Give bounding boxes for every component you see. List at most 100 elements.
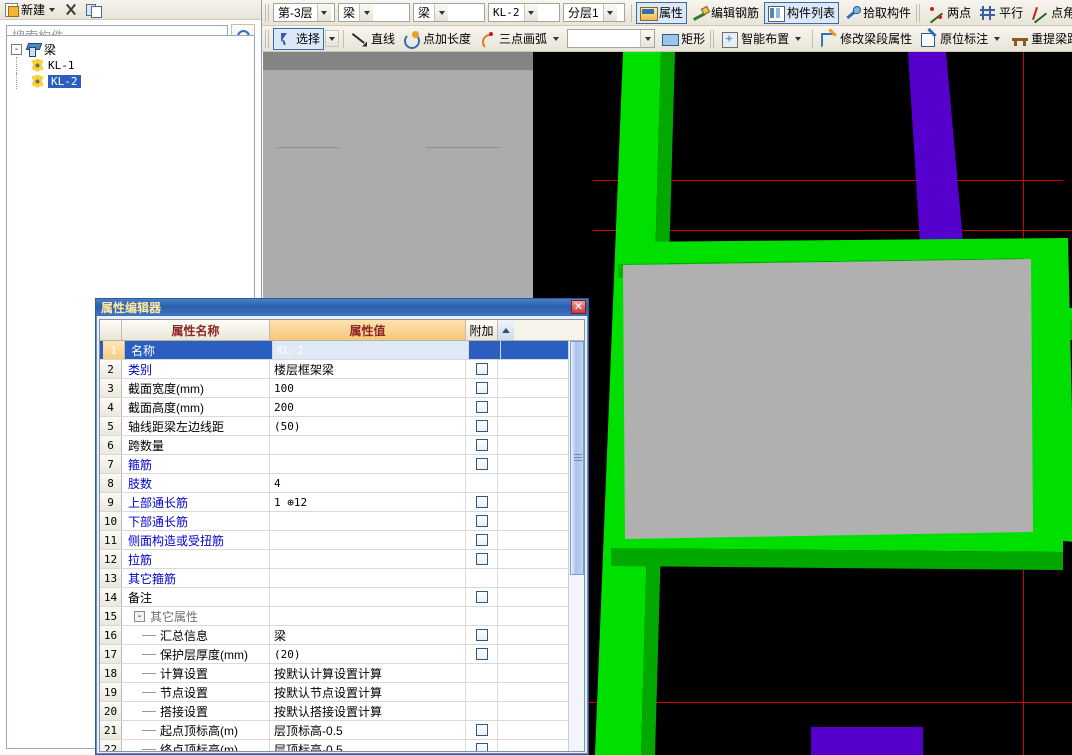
table-row[interactable]: 22 终点顶标高(m) 层顶标高-0.5 <box>100 740 584 751</box>
property-name-cell[interactable]: 上部通长筋 <box>122 493 270 511</box>
table-row[interactable]: 17 保护层厚度(mm) (20) <box>100 645 584 664</box>
table-row[interactable]: 6 跨数量 <box>100 436 584 455</box>
property-name-cell[interactable]: 类别 <box>122 360 270 378</box>
properties-button[interactable]: 属性 <box>636 1 688 24</box>
property-editor-dialog[interactable]: 属性编辑器 ✕ 属性名称 属性值 附加 1 名称 KL-2 2 类别 楼层框架梁 3 截面宽度… <box>95 298 589 755</box>
attach-checkbox[interactable] <box>475 591 488 603</box>
property-grid[interactable]: 属性名称 属性值 附加 1 名称 KL-2 2 类别 楼层框架梁 3 截面宽度(mm) 100 4… <box>99 319 585 752</box>
arc-mode-select[interactable] <box>567 29 656 48</box>
attach-cell[interactable] <box>466 702 498 720</box>
property-name-cell[interactable]: 节点设置 <box>122 683 270 701</box>
original-annotation-button[interactable]: 原位标注 <box>917 28 1007 50</box>
property-value-cell[interactable]: 按默认计算设置计算 <box>270 664 466 682</box>
attach-cell[interactable] <box>466 398 498 416</box>
attach-checkbox[interactable] <box>475 553 488 565</box>
attach-checkbox[interactable] <box>475 648 488 660</box>
property-value-cell[interactable]: (50) <box>270 417 466 435</box>
attach-cell[interactable] <box>466 721 498 739</box>
table-row[interactable]: 19 节点设置 按默认节点设置计算 <box>100 683 584 702</box>
component-type-select[interactable]: 梁 <box>413 3 485 22</box>
layer-select[interactable]: 分层1 <box>563 3 625 22</box>
chevron-down-icon[interactable] <box>434 4 449 21</box>
chevron-down-icon[interactable] <box>602 4 617 21</box>
attach-cell[interactable] <box>466 531 498 549</box>
table-row[interactable]: 11 侧面构造或受扭筋 <box>100 531 584 550</box>
table-row[interactable]: 18 计算设置 按默认计算设置计算 <box>100 664 584 683</box>
attach-cell[interactable] <box>466 626 498 644</box>
attach-cell[interactable] <box>466 645 498 663</box>
chevron-down-icon[interactable] <box>523 4 538 21</box>
attach-cell[interactable] <box>466 474 498 492</box>
property-value-cell[interactable]: (20) <box>270 645 466 663</box>
table-row[interactable]: 3 截面宽度(mm) 100 <box>100 379 584 398</box>
property-value-cell[interactable] <box>270 455 466 473</box>
attach-checkbox[interactable] <box>475 439 488 451</box>
property-value-cell[interactable] <box>270 512 466 530</box>
table-row[interactable]: 16 汇总信息 梁 <box>100 626 584 645</box>
tree-expander-icon[interactable]: - <box>11 43 22 55</box>
point-angle-button[interactable]: 点角 <box>1028 2 1072 24</box>
select-dropdown-icon[interactable] <box>325 30 340 47</box>
property-value-cell[interactable]: KL-2 <box>273 341 469 359</box>
component-list-button[interactable]: 构件列表 <box>764 1 840 24</box>
chevron-down-icon[interactable] <box>553 36 560 41</box>
floor-select[interactable]: 第-3层 <box>273 3 335 22</box>
chevron-down-icon[interactable] <box>316 4 331 21</box>
attach-cell[interactable] <box>466 588 498 606</box>
attach-cell[interactable] <box>466 550 498 568</box>
attach-cell[interactable] <box>466 493 498 511</box>
property-name-cell[interactable]: 截面宽度(mm) <box>122 379 270 397</box>
table-row[interactable]: 15- 其它属性 <box>100 607 584 626</box>
table-row[interactable]: 20 搭接设置 按默认搭接设置计算 <box>100 702 584 721</box>
attach-cell[interactable] <box>469 341 501 359</box>
rectangle-button[interactable]: 矩形 <box>658 28 709 50</box>
chevron-down-icon[interactable] <box>994 36 1001 41</box>
attach-checkbox[interactable] <box>475 629 488 641</box>
property-value-cell[interactable]: 1 ⊕12 <box>270 493 466 511</box>
tree-root-beam[interactable]: - 梁 <box>7 41 254 57</box>
select-button[interactable]: 选择 <box>273 27 325 50</box>
property-value-cell[interactable] <box>270 550 466 568</box>
attach-checkbox[interactable] <box>475 515 488 527</box>
two-point-button[interactable]: 两点 <box>924 2 975 24</box>
toolbar-grip-icon[interactable] <box>265 3 270 22</box>
table-row[interactable]: 13 其它箍筋 <box>100 569 584 588</box>
property-name-cell[interactable]: 侧面构造或受扭筋 <box>122 531 270 549</box>
table-row[interactable]: 4 截面高度(mm) 200 <box>100 398 584 417</box>
table-row[interactable]: 12 拉筋 <box>100 550 584 569</box>
smart-layout-button[interactable]: 智能布置 <box>718 28 808 50</box>
toolbar-grip-icon-4[interactable] <box>710 29 716 48</box>
scrollbar-thumb[interactable] <box>570 341 584 575</box>
attach-checkbox[interactable] <box>475 724 488 736</box>
property-value-cell[interactable]: 按默认搭接设置计算 <box>270 702 466 720</box>
attach-cell[interactable] <box>466 512 498 530</box>
property-value-cell[interactable]: 楼层框架梁 <box>270 360 466 378</box>
property-name-cell[interactable]: 肢数 <box>122 474 270 492</box>
re-extract-span-button[interactable]: 重提梁跨 <box>1008 28 1072 50</box>
attach-cell[interactable] <box>466 569 498 587</box>
table-row[interactable]: 8 肢数 4 <box>100 474 584 493</box>
attach-cell[interactable] <box>466 360 498 378</box>
table-row[interactable]: 14 备注 <box>100 588 584 607</box>
property-name-cell[interactable]: 终点顶标高(m) <box>122 740 270 751</box>
parallel-button[interactable]: 平行 <box>976 2 1027 24</box>
property-value-cell[interactable] <box>270 607 466 625</box>
group-expander-icon[interactable]: - <box>134 610 145 622</box>
property-name-cell[interactable]: 保护层厚度(mm) <box>122 645 270 663</box>
attach-checkbox[interactable] <box>475 496 488 508</box>
new-component-button[interactable]: 新建 <box>2 0 57 19</box>
attach-cell[interactable] <box>466 740 498 751</box>
attach-cell[interactable] <box>466 436 498 454</box>
edit-rebar-button[interactable]: 编辑钢筋 <box>688 2 763 24</box>
attach-cell[interactable] <box>466 417 498 435</box>
property-value-cell[interactable] <box>270 588 466 606</box>
property-value-cell[interactable] <box>270 569 466 587</box>
property-name-cell[interactable]: - 其它属性 <box>122 607 270 625</box>
table-row[interactable]: 10 下部通长筋 <box>100 512 584 531</box>
property-value-cell[interactable]: 4 <box>270 474 466 492</box>
delete-component-button[interactable] <box>61 1 80 18</box>
property-name-cell[interactable]: 截面高度(mm) <box>122 398 270 416</box>
attach-cell[interactable] <box>466 664 498 682</box>
property-editor-titlebar[interactable]: 属性编辑器 ✕ <box>96 299 588 316</box>
property-name-cell[interactable]: 搭接设置 <box>122 702 270 720</box>
